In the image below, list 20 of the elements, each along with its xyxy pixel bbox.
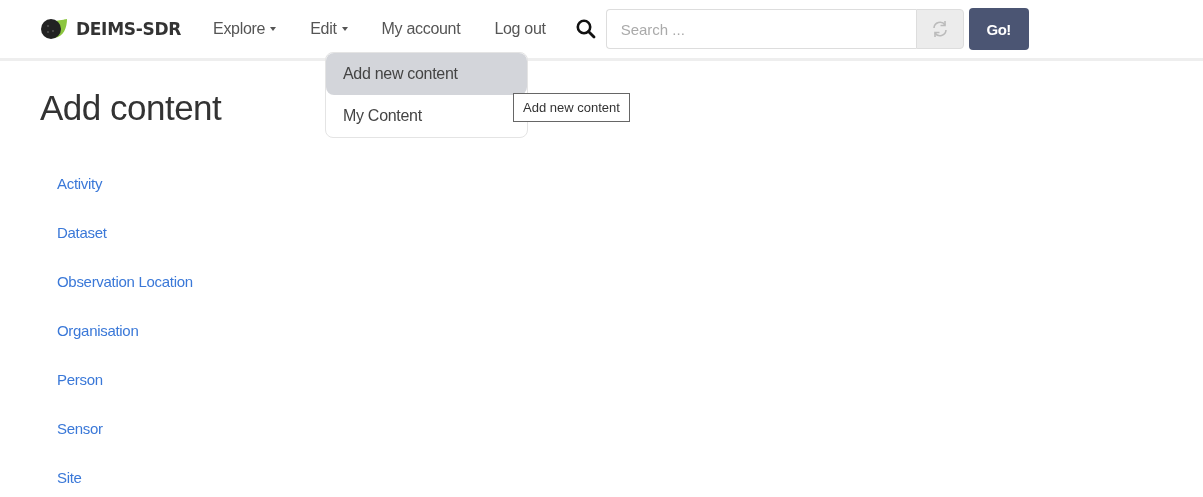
content-type-link[interactable]: Site <box>57 468 82 487</box>
content-type-link[interactable]: Activity <box>57 174 103 193</box>
content-type-link[interactable]: Person <box>57 370 103 389</box>
nav-link[interactable]: Edit <box>310 20 348 38</box>
content-type-link[interactable]: Dataset <box>57 223 107 242</box>
menu-item[interactable]: Add new content <box>326 53 527 95</box>
nav-link[interactable]: Log out <box>494 20 546 38</box>
refresh-icon <box>930 20 949 38</box>
content-type-link[interactable]: Sensor <box>57 419 103 438</box>
search-field[interactable]: Search ... <box>605 9 916 49</box>
go-button[interactable]: Go! <box>968 8 1029 50</box>
content-type-link[interactable]: Organisation <box>57 321 139 340</box>
page-title: Add content <box>40 87 222 129</box>
nav-link[interactable]: My account <box>381 20 461 38</box>
content-type-link[interactable]: Observation Location <box>57 272 193 291</box>
site-name[interactable]: DEIMS-SDR <box>76 19 181 39</box>
tooltip: Add new content <box>513 93 630 122</box>
search-icon[interactable] <box>575 19 596 39</box>
leaf-logo-icon <box>40 18 68 40</box>
nav-link[interactable]: Explore <box>213 20 277 38</box>
